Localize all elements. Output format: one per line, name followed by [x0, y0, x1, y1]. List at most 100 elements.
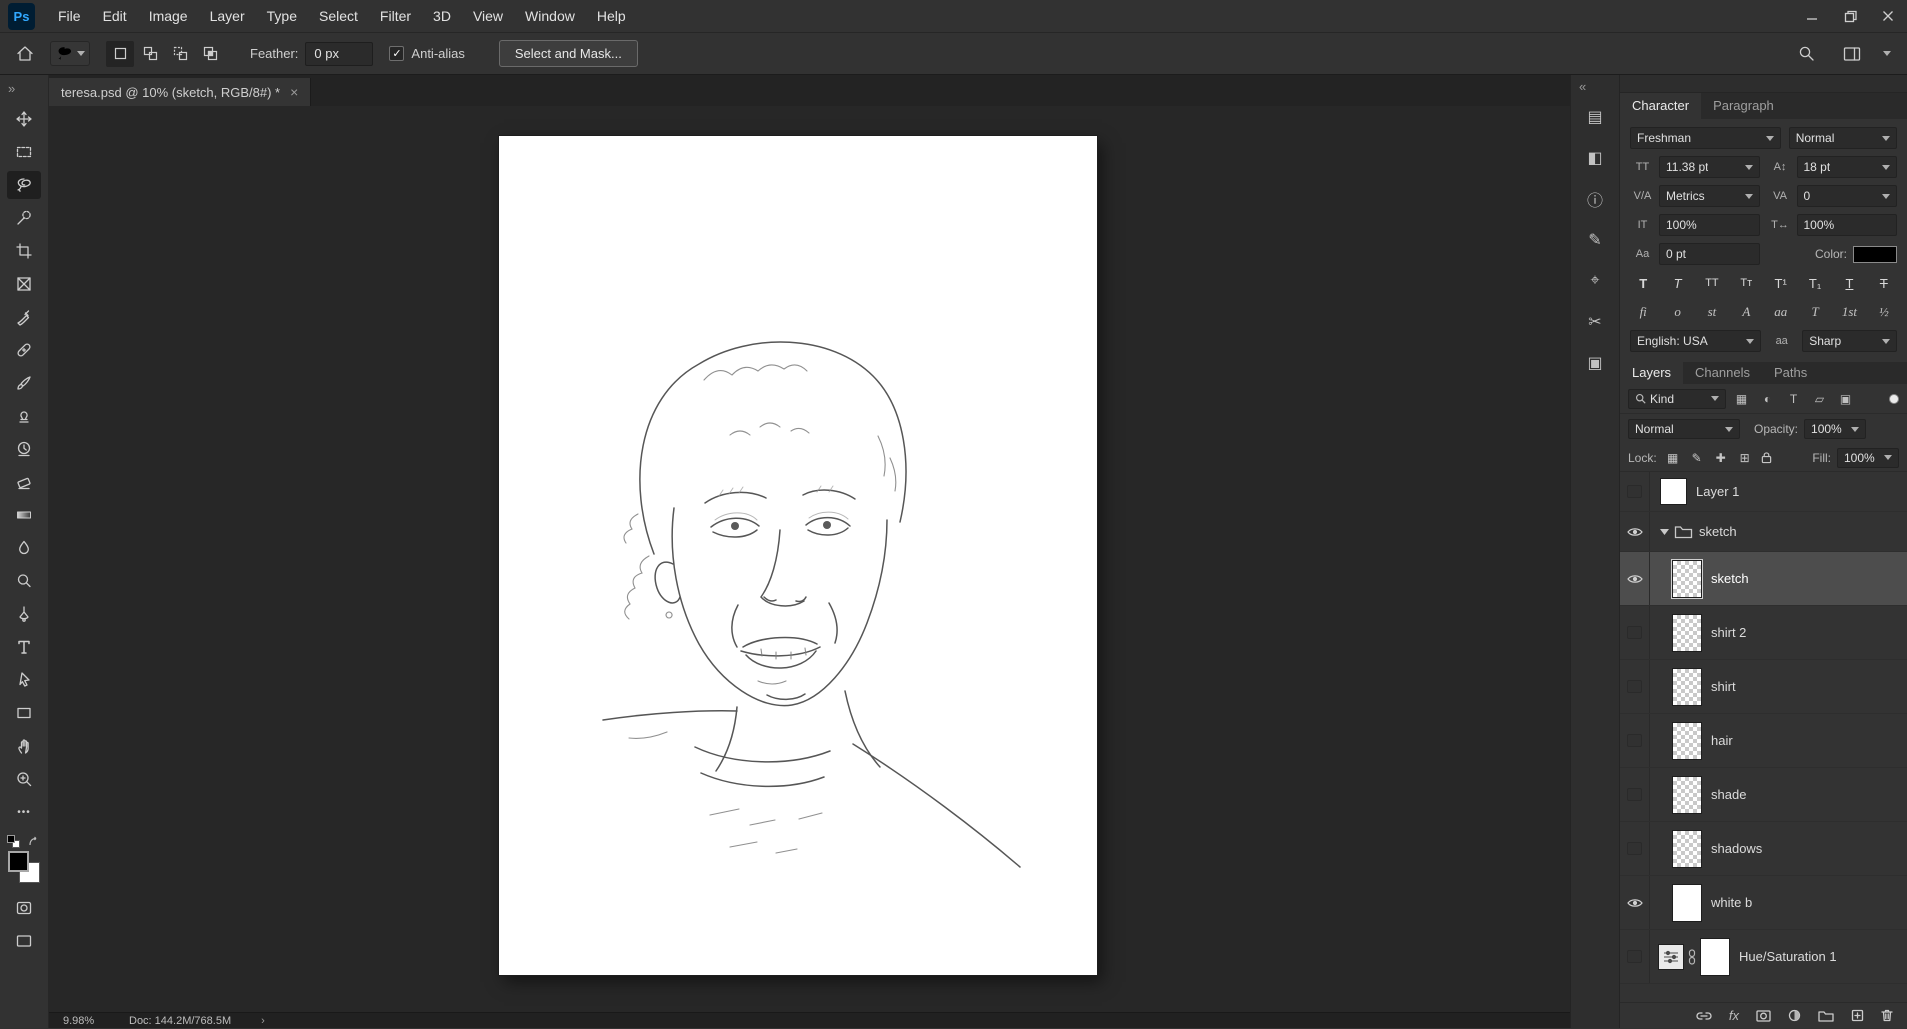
leading-select[interactable]: 18 pt: [1797, 156, 1898, 178]
layer-row-white-b[interactable]: white b: [1620, 876, 1907, 930]
add-to-selection-button[interactable]: [136, 41, 164, 67]
language-select[interactable]: English: USA: [1630, 330, 1761, 352]
faux-italic-button[interactable]: T: [1664, 273, 1690, 293]
layer-thumbnail[interactable]: [1672, 614, 1702, 652]
link-layers-icon[interactable]: [1696, 1011, 1712, 1021]
rectangular-marquee-tool-icon[interactable]: [7, 138, 41, 166]
dodge-tool-icon[interactable]: [7, 567, 41, 595]
opacity-input[interactable]: 100%: [1804, 419, 1866, 439]
visibility-toggle[interactable]: [1620, 552, 1650, 605]
lock-artboard-icon[interactable]: ⊞: [1737, 451, 1753, 465]
restore-button[interactable]: [1831, 0, 1869, 32]
menu-type[interactable]: Type: [256, 0, 308, 33]
layer-mask-thumbnail[interactable]: [1700, 938, 1730, 976]
frame-tool-icon[interactable]: [7, 270, 41, 298]
mask-link-icon[interactable]: [1688, 949, 1696, 965]
group-expand-caret-icon[interactable]: [1656, 529, 1672, 535]
screen-mode-icon[interactable]: [7, 927, 41, 955]
app-logo-icon[interactable]: Ps: [8, 3, 35, 30]
layer-name[interactable]: Layer 1: [1696, 484, 1739, 499]
status-chevron-icon[interactable]: ›: [261, 1015, 265, 1027]
tool-presets-icon[interactable]: ✂: [1578, 307, 1612, 337]
foreground-color-swatch[interactable]: [8, 851, 29, 872]
titling-alternates-button[interactable]: aa: [1768, 302, 1794, 322]
tab-paths[interactable]: Paths: [1762, 362, 1819, 384]
ordinals-button[interactable]: 1st: [1836, 302, 1862, 322]
properties-icon[interactable]: ◧: [1578, 143, 1612, 173]
layer-name[interactable]: hair: [1711, 733, 1733, 748]
layer-style-icon[interactable]: fx: [1729, 1008, 1739, 1023]
filter-adjustment-layers-icon[interactable]: ◐: [1757, 389, 1778, 409]
layer-thumbnail[interactable]: [1672, 884, 1702, 922]
home-icon[interactable]: [10, 39, 40, 69]
visibility-toggle[interactable]: [1620, 714, 1650, 767]
tool-preset-picker[interactable]: [50, 41, 90, 66]
layer-row-sketch[interactable]: sketch: [1620, 552, 1907, 606]
layer-thumbnail[interactable]: [1672, 668, 1702, 706]
layer-name[interactable]: shirt: [1711, 679, 1736, 694]
crop-tool-icon[interactable]: [7, 237, 41, 265]
layer-row-hue-saturation[interactable]: Hue/Saturation 1: [1620, 930, 1907, 984]
new-adjustment-layer-icon[interactable]: [1788, 1009, 1801, 1022]
delete-layer-icon[interactable]: [1881, 1009, 1893, 1022]
visibility-toggle[interactable]: [1620, 822, 1650, 875]
lock-position-icon[interactable]: ✚: [1713, 451, 1729, 465]
new-layer-icon[interactable]: [1851, 1009, 1864, 1022]
visibility-toggle[interactable]: [1620, 472, 1650, 511]
layer-name[interactable]: sketch: [1711, 571, 1749, 586]
font-size-select[interactable]: 11.38 pt: [1659, 156, 1760, 178]
adjustment-layer-icon[interactable]: [1658, 944, 1684, 970]
subtract-from-selection-button[interactable]: [166, 41, 194, 67]
type-tool-icon[interactable]: [7, 633, 41, 661]
new-selection-button[interactable]: [106, 41, 134, 67]
rectangle-tool-icon[interactable]: [7, 699, 41, 727]
menu-file[interactable]: File: [47, 0, 92, 33]
vertical-scale-input[interactable]: 100%: [1659, 214, 1760, 236]
gradient-tool-icon[interactable]: [7, 501, 41, 529]
menu-window[interactable]: Window: [514, 0, 586, 33]
layer-thumbnail[interactable]: [1672, 830, 1702, 868]
layer-row-shirt[interactable]: shirt: [1620, 660, 1907, 714]
layer-name[interactable]: white b: [1711, 895, 1752, 910]
tab-layers[interactable]: Layers: [1620, 362, 1683, 384]
layer-thumbnail[interactable]: [1660, 478, 1687, 505]
filter-kind-select[interactable]: Kind: [1628, 389, 1726, 409]
spot-healing-brush-tool-icon[interactable]: [7, 336, 41, 364]
swap-colors-icon[interactable]: [28, 836, 41, 848]
visibility-toggle[interactable]: [1620, 606, 1650, 659]
tab-close-icon[interactable]: ×: [290, 84, 298, 100]
kerning-select[interactable]: Metrics: [1659, 185, 1760, 207]
ligatures-button[interactable]: fi: [1630, 302, 1656, 322]
superscript-button[interactable]: T¹: [1768, 273, 1794, 293]
tab-channels[interactable]: Channels: [1683, 362, 1762, 384]
stylistic-alternates-button[interactable]: A: [1733, 302, 1759, 322]
horizontal-scale-input[interactable]: 100%: [1797, 214, 1898, 236]
lock-pixels-icon[interactable]: ✎: [1689, 451, 1705, 465]
lock-transparency-icon[interactable]: ▦: [1665, 451, 1681, 465]
move-tool-icon[interactable]: [7, 105, 41, 133]
close-button[interactable]: [1869, 0, 1907, 32]
path-selection-tool-icon[interactable]: [7, 666, 41, 694]
workspace-switcher-icon[interactable]: [1837, 39, 1867, 69]
font-style-select[interactable]: Normal: [1789, 127, 1897, 149]
anti-aliasing-select[interactable]: Sharp: [1802, 330, 1897, 352]
layer-row-shade[interactable]: shade: [1620, 768, 1907, 822]
toolbar-collapse-icon[interactable]: »: [8, 81, 15, 96]
hand-tool-icon[interactable]: [7, 732, 41, 760]
menu-layer[interactable]: Layer: [199, 0, 256, 33]
baseline-shift-input[interactable]: 0 pt: [1659, 243, 1760, 265]
eraser-tool-icon[interactable]: [7, 468, 41, 496]
lock-all-icon[interactable]: [1761, 451, 1772, 464]
text-color-swatch[interactable]: [1853, 246, 1897, 263]
layer-row-shadows[interactable]: shadows: [1620, 822, 1907, 876]
menu-3d[interactable]: 3D: [422, 0, 462, 33]
eyedropper-tool-icon[interactable]: [7, 303, 41, 331]
font-family-select[interactable]: Freshman: [1630, 127, 1781, 149]
menu-image[interactable]: Image: [138, 0, 199, 33]
clone-source-icon[interactable]: ⌖: [1578, 266, 1612, 296]
visibility-toggle[interactable]: [1620, 660, 1650, 713]
swash-button[interactable]: o: [1664, 302, 1690, 322]
document-tab[interactable]: teresa.psd @ 10% (sketch, RGB/8#) * ×: [49, 78, 311, 106]
brush-settings-icon[interactable]: ✎: [1578, 225, 1612, 255]
layer-name[interactable]: shirt 2: [1711, 625, 1746, 640]
